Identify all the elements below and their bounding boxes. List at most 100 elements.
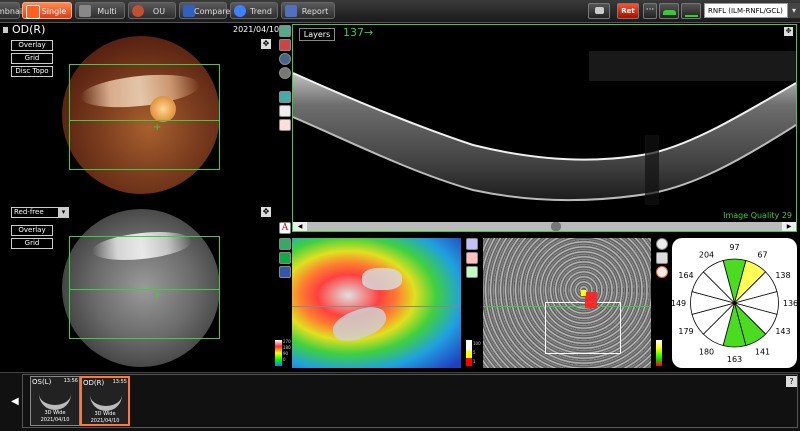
tab-multi[interactable]: Multi [75, 2, 125, 19]
clock-sector-label: 141 [755, 347, 770, 356]
oct-bscan-image [293, 51, 796, 205]
overlay-button[interactable]: Overlay [11, 225, 53, 236]
circle-grid-icon[interactable] [656, 238, 668, 250]
crosshair-icon: + [153, 122, 162, 133]
clock-chart-svg: 97 67 138 136 143 141 163 180 179 149 164 204 [671, 243, 798, 364]
deviation-map-scale [656, 340, 662, 366]
topo-button[interactable] [659, 3, 679, 19]
thickness-scale-labels: 270 180 90 0 [283, 339, 291, 362]
ret-label: Ret [621, 7, 635, 15]
thickness-icon[interactable] [279, 105, 291, 117]
thumb-eye: OS(L) [32, 378, 52, 386]
color-overlay-icon[interactable] [466, 266, 478, 278]
fundus-view-icon[interactable] [279, 25, 291, 37]
map-3d-icon[interactable] [279, 252, 291, 264]
disc-topo-button[interactable]: Disc Topo [11, 66, 53, 77]
target-icon[interactable] [279, 67, 291, 79]
thumb-time: 13:55 [112, 379, 127, 385]
clock-sector-label: 143 [775, 327, 790, 336]
tab-label: Single [41, 7, 67, 16]
camera-button[interactable] [588, 3, 610, 19]
map-overlay-icon[interactable] [466, 252, 478, 264]
more-button[interactable]: ··· [643, 3, 657, 19]
eye-label: OD(R) [12, 23, 46, 36]
overlay-button[interactable]: Overlay [11, 40, 53, 51]
circle-scan-icon[interactable] [279, 53, 291, 65]
tab-trend[interactable]: Trend [230, 2, 278, 19]
grid-button[interactable]: Grid [11, 238, 53, 249]
layer-select[interactable]: RNFL (ILM-RNFL/GCL) [704, 3, 788, 18]
grid-overlay-icon[interactable] [466, 238, 478, 250]
chevron-down-icon[interactable]: ▾ [58, 207, 69, 218]
layer-line-icon [685, 7, 698, 17]
thickness-color-scale [275, 340, 282, 366]
scroll-right-icon[interactable]: ▶ [782, 222, 796, 231]
tab-compare[interactable]: Compare [179, 2, 230, 19]
ret-button[interactable]: Ret [617, 3, 639, 19]
scan-number: 137→ [343, 26, 374, 39]
oct-bscan-panel[interactable]: Layers 137→ ✥ Image Quality 29 ◀ ▶ [292, 24, 797, 232]
tab-label: Trend [250, 7, 272, 16]
abnormal-region [585, 292, 597, 308]
thumb-date: 2021/04/10 [90, 418, 120, 424]
thumb-time: 13:56 [63, 378, 78, 384]
chevron-down-icon[interactable]: ▾ [788, 3, 800, 18]
tab-single[interactable]: Single [22, 2, 72, 19]
rnfl-thickness-map[interactable] [292, 238, 461, 368]
sector-grid-icon[interactable] [656, 252, 668, 264]
clock-sector-label: 164 [678, 271, 693, 280]
thumbnail-os[interactable]: OS(L) 13:56 3D Wide 2021/04/10 [30, 376, 80, 426]
grid-button[interactable]: Grid [11, 53, 53, 64]
tab-thumbnail[interactable]: mbnail [0, 2, 24, 19]
clock-sector-label: 180 [699, 347, 714, 356]
map-rotate-icon[interactable] [279, 266, 291, 278]
bscan-icon[interactable] [279, 91, 291, 103]
thumb-date: 2021/04/10 [40, 417, 70, 423]
tab-report[interactable]: Report [281, 2, 335, 19]
scan-thumbnail-icon [39, 389, 71, 410]
clock-sector-label: 97 [729, 243, 739, 252]
deviation-color-scale [466, 340, 472, 366]
printer-icon [3, 27, 8, 33]
rnfl-deviation-map[interactable] [483, 238, 651, 368]
tab-label: OU [152, 7, 166, 16]
tab-label: Report [301, 7, 329, 16]
thumbnail-list [22, 374, 798, 428]
layers-view-icon[interactable] [279, 39, 291, 51]
tab-ou[interactable]: OU [128, 2, 176, 19]
expand-icon[interactable]: ✥ [261, 39, 271, 49]
scan-line [69, 289, 220, 290]
dots-icon: ··· [645, 5, 655, 15]
clock-sector-label: 149 [672, 299, 686, 308]
scroll-thumb[interactable] [551, 222, 561, 231]
thumb-type: 3D Wide [94, 411, 116, 417]
scroll-left-icon[interactable]: ◀ [11, 396, 19, 407]
camera-icon [595, 7, 604, 14]
thickness-heatmap [292, 238, 461, 368]
map-view-icon[interactable] [279, 238, 291, 250]
expand-icon[interactable]: ✥ [261, 207, 271, 217]
grid-map-icon[interactable] [279, 119, 291, 131]
clock-sector-label: 136 [783, 299, 797, 308]
scan-line [69, 120, 220, 121]
deviation-scale-labels: 100 5 1 [473, 341, 481, 364]
help-button[interactable]: ? [786, 376, 797, 387]
scan-scrollbar[interactable]: ◀ ▶ [293, 222, 796, 231]
scroll-left-icon[interactable]: ◀ [293, 222, 307, 231]
clock-grid-icon[interactable] [656, 266, 668, 278]
deviation-grid-box [545, 302, 621, 354]
layers-button[interactable]: Layers [299, 28, 335, 41]
borderline-region [581, 290, 586, 296]
scan-thumbnail-icon [90, 390, 122, 411]
layer-tool-button[interactable] [681, 3, 701, 19]
clock-sector-label: 163 [727, 355, 742, 364]
scan-date: 2021/04/10 [233, 25, 280, 34]
expand-icon[interactable]: ✥ [784, 27, 793, 36]
thumb-type: 3D Wide [44, 410, 66, 416]
tab-label: Multi [97, 7, 117, 16]
image-quality: Image Quality 29 [723, 211, 792, 220]
clock-sector-label: 179 [678, 327, 693, 336]
annotation-tool-button[interactable]: A [279, 222, 291, 234]
thumbnail-od[interactable]: OD(R) 13:55 3D Wide 2021/04/10 [80, 376, 130, 426]
redfree-select[interactable]: Red-free [11, 207, 59, 218]
